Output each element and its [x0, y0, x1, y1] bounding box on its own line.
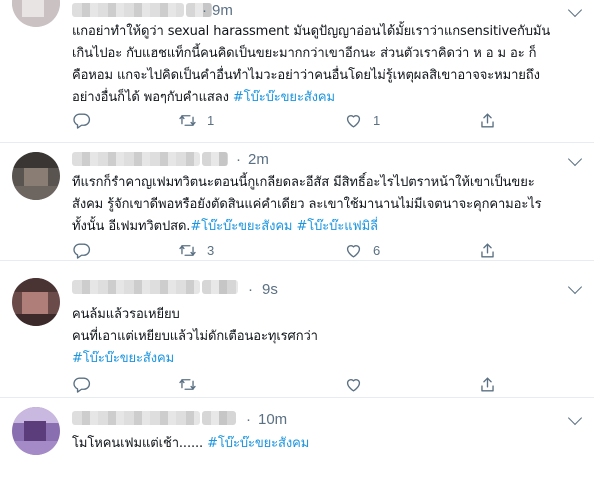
tweet[interactable]: · 2m ทีแรกก็รำคาญเฟมทวิตนะตอนนี้กูเกลียด… — [0, 142, 594, 261]
tweet-text: แกอย่าทำให้ดูว่า sexual harassment มันดู… — [72, 21, 576, 109]
like-count: 6 — [373, 242, 381, 258]
separator-dot: · — [246, 411, 251, 428]
retweet-count: 3 — [207, 242, 215, 258]
tweet-text-content: คนล้มแล้วรอเหยียบ คนที่เอาแต่เหยียบแล้วไ… — [72, 307, 318, 344]
timestamp[interactable]: 10m — [258, 411, 287, 428]
share-icon — [481, 112, 494, 128]
like-count: 1 — [373, 112, 381, 128]
tweet[interactable]: · 9s คนล้มแล้วรอเหยียบ คนที่เอาแต่เหยียบ… — [0, 270, 594, 398]
retweet-button[interactable]: 1 — [178, 110, 214, 130]
retweet-icon — [179, 114, 196, 126]
avatar[interactable] — [12, 0, 60, 27]
author-handle[interactable] — [186, 3, 212, 17]
author-name[interactable] — [72, 152, 200, 166]
reply-button[interactable] — [72, 374, 101, 394]
action-bar: 1 1 — [72, 110, 542, 130]
retweet-icon — [179, 378, 196, 390]
avatar[interactable] — [12, 407, 60, 455]
tweet[interactable]: · 10m โมโหคนเฟมแต่เช้า...... #โบ๊ะบ๊ะขยะ… — [0, 397, 594, 487]
reply-button[interactable] — [72, 110, 101, 130]
avatar[interactable] — [12, 278, 60, 326]
tweet-text: โมโหคนเฟมแต่เช้า...... #โบ๊ะบ๊ะขยะสังคม — [72, 433, 576, 455]
like-button[interactable]: 6 — [344, 240, 380, 260]
chevron-down-icon[interactable] — [567, 2, 583, 18]
author-handle[interactable] — [202, 411, 236, 425]
retweet-button[interactable]: 3 — [178, 240, 214, 260]
tweet-text: ทีแรกก็รำคาญเฟมทวิตนะตอนนี้กูเกลียดละอีส… — [72, 172, 576, 238]
share-button[interactable] — [478, 374, 497, 394]
hashtag[interactable]: #โบ๊ะบ๊ะขยะสังคม — [190, 219, 292, 234]
author-name[interactable] — [72, 411, 200, 425]
like-icon — [346, 114, 361, 128]
separator-dot: · — [236, 151, 241, 168]
separator-dot: · — [202, 2, 207, 19]
retweet-button[interactable] — [178, 374, 207, 394]
reply-button[interactable] — [72, 240, 101, 260]
like-button[interactable] — [344, 374, 373, 394]
reply-icon — [73, 242, 91, 259]
like-icon — [346, 244, 361, 258]
chevron-down-icon[interactable] — [567, 410, 583, 426]
hashtag[interactable]: #โบ๊ะบ๊ะขยะสังคม — [207, 436, 309, 451]
like-icon — [346, 378, 361, 392]
hashtag[interactable]: #โบ๊ะบ๊ะแฟมิลี่ — [296, 219, 378, 234]
share-button[interactable] — [478, 110, 497, 130]
share-button[interactable] — [478, 240, 497, 260]
like-button[interactable]: 1 — [344, 110, 380, 130]
timestamp[interactable]: 9s — [262, 281, 278, 298]
share-icon — [481, 242, 494, 258]
tweet[interactable]: · 9m แกอย่าทำให้ดูว่า sexual harassment … — [0, 0, 594, 143]
author-handle[interactable] — [202, 280, 238, 294]
chevron-down-icon[interactable] — [567, 151, 583, 167]
timestamp[interactable]: 9m — [212, 2, 233, 19]
timestamp[interactable]: 2m — [248, 151, 269, 168]
chevron-down-icon[interactable] — [567, 279, 583, 295]
action-bar — [72, 374, 542, 394]
hashtag[interactable]: #โบ๊ะบ๊ะขยะสังคม — [72, 351, 174, 366]
action-bar: 3 6 — [72, 240, 542, 260]
avatar[interactable] — [12, 152, 60, 200]
tweet-text: คนล้มแล้วรอเหยียบ คนที่เอาแต่เหยียบแล้วไ… — [72, 304, 576, 370]
separator-dot: · — [248, 281, 253, 298]
share-icon — [481, 376, 494, 392]
hashtag[interactable]: #โบ๊ะบ๊ะขยะสังคม — [233, 90, 335, 105]
author-name[interactable] — [72, 3, 184, 17]
author-name[interactable] — [72, 280, 200, 294]
tweet-text-content: โมโหคนเฟมแต่เช้า...... — [72, 436, 208, 451]
retweet-icon — [179, 244, 196, 256]
reply-icon — [73, 376, 91, 393]
reply-icon — [73, 112, 91, 129]
retweet-count: 1 — [207, 112, 215, 128]
author-handle[interactable] — [202, 152, 228, 166]
